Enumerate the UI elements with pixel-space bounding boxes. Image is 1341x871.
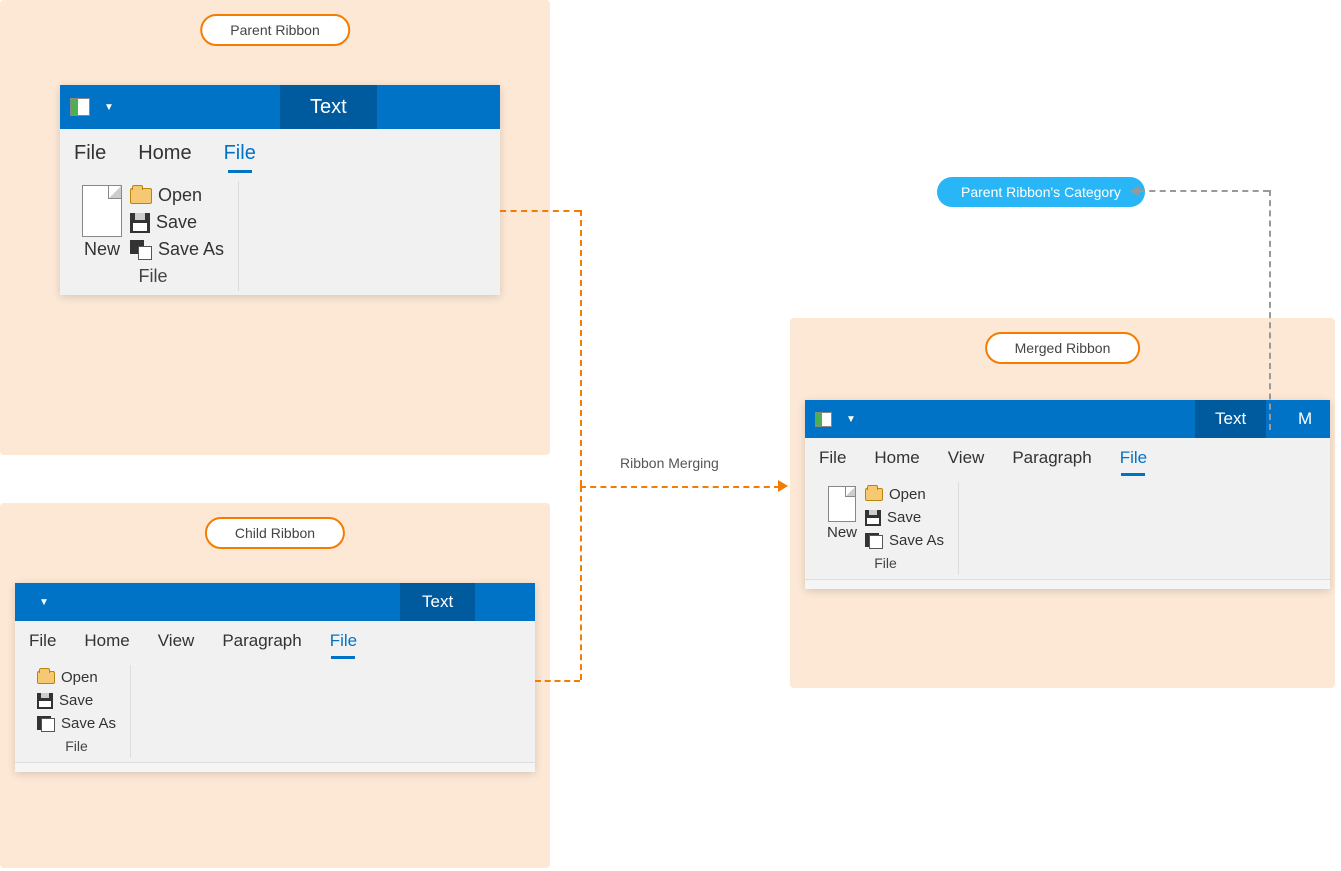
parent-ribbon-window: ▼ Text File Home File New Open (60, 85, 500, 295)
save-as-button[interactable]: Save As (865, 532, 944, 549)
child-ribbon-label: Child Ribbon (205, 517, 345, 549)
merged-group-caption: File (874, 555, 897, 571)
parent-ribbon-content: New Open Save Save As (60, 177, 500, 295)
parent-file-group: New Open Save Save As (68, 181, 239, 291)
save-icon (130, 213, 150, 233)
scroll-track[interactable] (805, 579, 1330, 589)
tab-home[interactable]: Home (872, 440, 921, 476)
tab-file-active[interactable]: File (328, 623, 359, 659)
connector-parent-down (580, 210, 582, 486)
child-title-bar: ▼ Text (15, 583, 535, 621)
tab-file-active[interactable]: File (1118, 440, 1149, 476)
app-icon (70, 98, 90, 116)
merged-tab-strip: File Home View Paragraph File (805, 438, 1330, 478)
arrow-to-merged-icon (778, 480, 788, 492)
open-button-label: Open (889, 486, 926, 503)
open-button[interactable]: Open (130, 185, 224, 206)
merged-file-group: New Open Save Save As (813, 482, 959, 575)
tab-file-backstage[interactable]: File (817, 440, 848, 476)
tab-home[interactable]: Home (136, 134, 193, 173)
child-tab-strip: File Home View Paragraph File (15, 621, 535, 661)
tab-file-backstage[interactable]: File (72, 134, 108, 173)
callout-parent-category: Parent Ribbon's Category (937, 177, 1145, 207)
tab-file-backstage[interactable]: File (27, 623, 58, 659)
merged-title-bar: ▼ Text M (805, 400, 1330, 438)
child-ribbon-panel: Child Ribbon ▼ Text File Home View Parag… (0, 503, 550, 868)
folder-icon (130, 188, 152, 204)
parent-context-tab[interactable]: Text (280, 85, 377, 129)
tab-paragraph[interactable]: Paragraph (220, 623, 303, 659)
save-as-button[interactable]: Save As (130, 239, 224, 260)
connector-callout-h (1139, 190, 1269, 192)
tab-home[interactable]: Home (82, 623, 131, 659)
document-icon (82, 185, 122, 237)
save-as-button-label: Save As (158, 239, 224, 260)
new-button-label: New (827, 524, 857, 541)
save-as-button[interactable]: Save As (37, 715, 116, 732)
tab-view[interactable]: View (156, 623, 197, 659)
connector-callout-v (1269, 190, 1271, 430)
folder-icon (37, 671, 55, 684)
merged-context-tab-cut[interactable]: M (1280, 400, 1330, 438)
save-as-button-label: Save As (61, 715, 116, 732)
new-button-label: New (84, 239, 120, 260)
arrow-callout-icon (1130, 186, 1139, 196)
save-icon (865, 510, 881, 526)
save-button-label: Save (156, 212, 197, 233)
document-icon (828, 486, 856, 522)
child-ribbon-content: Open Save Save As File (15, 661, 535, 762)
open-button[interactable]: Open (865, 486, 944, 503)
connector-child-up (580, 486, 582, 680)
save-as-icon (130, 240, 152, 260)
folder-icon (865, 488, 883, 501)
child-group-caption: File (65, 738, 88, 754)
open-button-label: Open (61, 669, 98, 686)
save-button[interactable]: Save (130, 212, 224, 233)
tab-file-active[interactable]: File (222, 134, 258, 173)
save-button-label: Save (59, 692, 93, 709)
ribbon-merging-label: Ribbon Merging (620, 455, 719, 471)
child-ribbon-window: ▼ Text File Home View Paragraph File Ope… (15, 583, 535, 772)
parent-ribbon-panel: Parent Ribbon ▼ Text File Home File New (0, 0, 550, 455)
save-button[interactable]: Save (37, 692, 116, 709)
merged-ribbon-window: ▼ Text M File Home View Paragraph File N… (805, 400, 1330, 589)
new-button[interactable]: New (827, 486, 857, 541)
new-button[interactable]: New (82, 185, 122, 260)
qa-dropdown-icon[interactable]: ▼ (846, 414, 856, 425)
open-button-label: Open (158, 185, 202, 206)
save-button[interactable]: Save (865, 509, 944, 526)
merged-ribbon-label: Merged Ribbon (985, 332, 1141, 364)
save-as-icon (865, 533, 883, 549)
qa-dropdown-icon[interactable]: ▼ (104, 102, 114, 113)
app-icon (815, 412, 832, 427)
save-as-button-label: Save As (889, 532, 944, 549)
connector-child (535, 680, 580, 682)
save-as-icon (37, 716, 55, 732)
parent-group-caption: File (139, 266, 168, 287)
merged-context-tab-text[interactable]: Text (1195, 400, 1266, 438)
connector-parent (500, 210, 580, 212)
connector-to-merged (580, 486, 780, 488)
qa-dropdown-icon[interactable]: ▼ (39, 597, 49, 608)
child-context-tab[interactable]: Text (400, 583, 475, 621)
tab-view[interactable]: View (946, 440, 987, 476)
save-icon (37, 693, 53, 709)
merged-ribbon-content: New Open Save Save As (805, 478, 1330, 579)
parent-tab-strip: File Home File (60, 129, 500, 177)
tab-paragraph[interactable]: Paragraph (1010, 440, 1093, 476)
open-button[interactable]: Open (37, 669, 116, 686)
save-button-label: Save (887, 509, 921, 526)
parent-title-bar: ▼ Text (60, 85, 500, 129)
scroll-track[interactable] (15, 762, 535, 772)
parent-ribbon-label: Parent Ribbon (200, 14, 350, 46)
merged-ribbon-panel: Merged Ribbon ▼ Text M File Home View Pa… (790, 318, 1335, 688)
child-file-group: Open Save Save As File (23, 665, 131, 758)
